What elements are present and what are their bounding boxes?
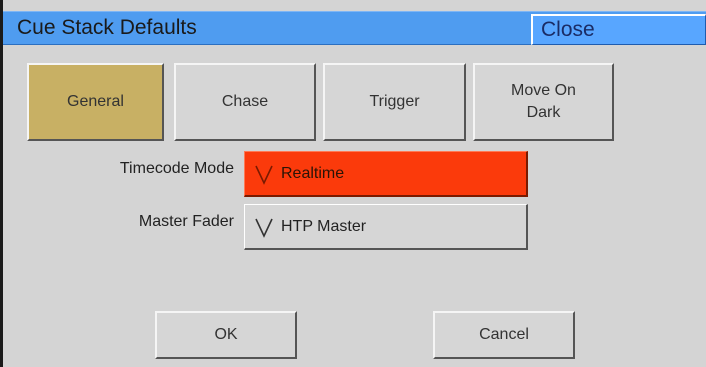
chevron-down-icon: [255, 165, 273, 185]
chevron-down-icon: [255, 218, 273, 238]
timecode-mode-dropdown[interactable]: Realtime: [244, 151, 528, 197]
tab-chase-label: Chase: [221, 93, 269, 110]
tab-move-on-dark[interactable]: Move On Dark: [473, 63, 614, 141]
master-fader-dropdown[interactable]: HTP Master: [244, 204, 528, 250]
ok-button[interactable]: OK: [155, 311, 297, 359]
tab-chase[interactable]: Chase: [174, 63, 316, 141]
master-fader-value: HTP Master: [281, 217, 367, 235]
dialog-title: Cue Stack Defaults: [17, 16, 197, 39]
tab-general-label: General: [67, 93, 124, 110]
cue-stack-defaults-dialog: Cue Stack Defaults Close General Chase T…: [0, 0, 706, 367]
tab-trigger-label: Trigger: [369, 93, 420, 110]
close-button[interactable]: Close: [531, 14, 706, 45]
tab-general[interactable]: General: [27, 63, 164, 141]
tab-move-on-dark-label: Move On Dark: [511, 82, 576, 121]
master-fader-label: Master Fader: [138, 213, 234, 230]
timecode-mode-label: Timecode Mode: [119, 160, 234, 177]
timecode-mode-value: Realtime: [281, 164, 345, 182]
cancel-button[interactable]: Cancel: [433, 311, 575, 359]
tab-trigger[interactable]: Trigger: [323, 63, 466, 141]
